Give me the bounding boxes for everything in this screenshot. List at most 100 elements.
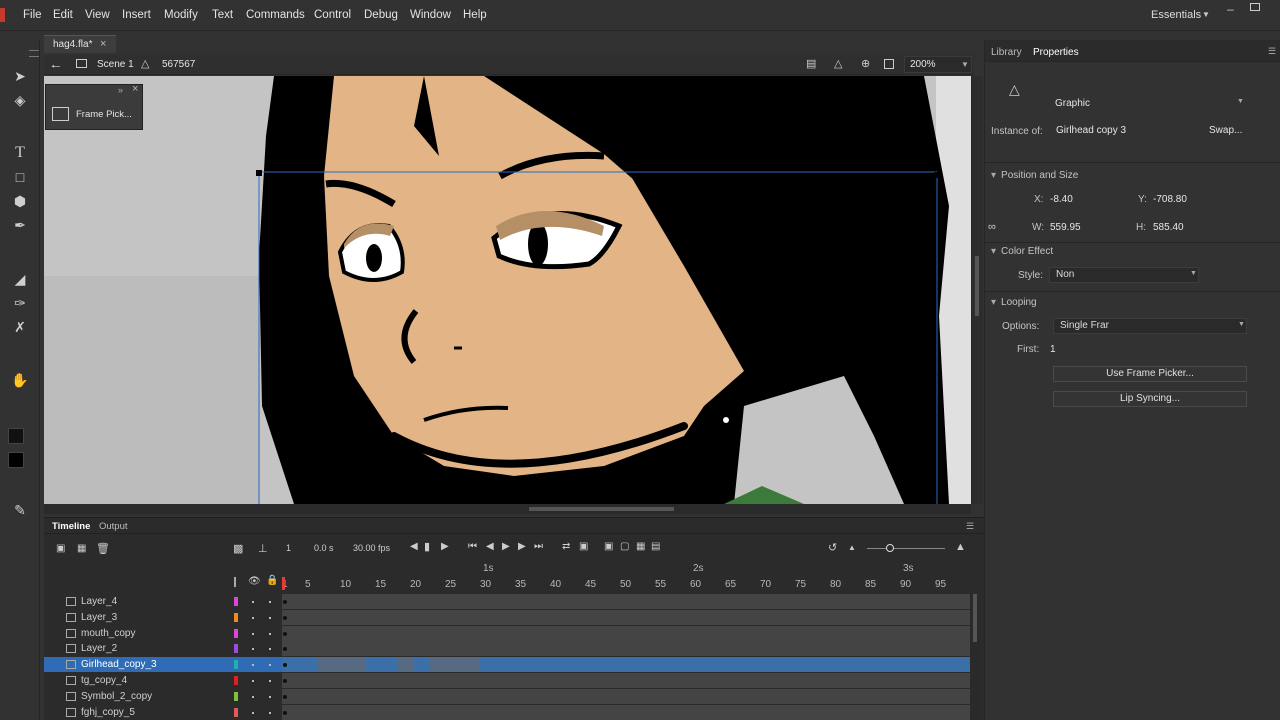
menu-text[interactable]: Text — [212, 9, 233, 21]
paint-bucket-icon[interactable]: ◢ — [10, 269, 30, 289]
center-stage-icon[interactable]: ⊕ — [861, 57, 870, 70]
eye-icon[interactable]: 👁 — [248, 576, 261, 587]
h-field[interactable]: 585.40 — [1153, 222, 1184, 233]
lock-toggle[interactable] — [269, 616, 271, 619]
edit-symbols-icon[interactable]: △ — [834, 57, 842, 70]
fps-field[interactable]: 30.00 fps — [353, 543, 390, 553]
new-layer-icon[interactable]: ▣ — [56, 543, 65, 554]
last-frame-icon[interactable]: ⏭ — [534, 541, 543, 552]
visibility-toggle[interactable] — [252, 616, 254, 619]
menu-view[interactable]: View — [85, 9, 110, 21]
looping-header[interactable]: Looping — [991, 297, 1037, 308]
frames-row[interactable] — [282, 625, 970, 641]
scrollbar-thumb[interactable] — [529, 507, 674, 511]
symbol-breadcrumb[interactable]: 567567 — [162, 59, 195, 70]
visibility-toggle[interactable] — [252, 695, 254, 698]
modify-markers-icon[interactable]: ▤ — [651, 541, 660, 552]
polystar-tool-icon[interactable]: ⬢ — [10, 191, 30, 211]
scrollbar-thumb[interactable] — [975, 256, 979, 316]
frames-row[interactable] — [282, 641, 970, 657]
clapper-icon[interactable]: ▤ — [806, 57, 816, 70]
clip-stage-icon[interactable] — [884, 59, 894, 69]
workspace-switcher[interactable]: Essentials — [1151, 9, 1201, 21]
frame-span[interactable] — [318, 657, 366, 673]
current-time-field[interactable]: 0.0 s — [314, 543, 334, 553]
visibility-toggle[interactable] — [252, 680, 254, 682]
parent-view-icon[interactable]: ⊥ — [258, 542, 268, 555]
menu-modify[interactable]: Modify — [164, 9, 198, 21]
layer-name[interactable]: Symbol_2_copy — [81, 691, 152, 702]
new-folder-icon[interactable]: ▦ — [77, 543, 86, 554]
keyframe-dot[interactable] — [283, 631, 287, 636]
lock-toggle[interactable] — [269, 632, 271, 635]
menu-control[interactable]: Control — [314, 9, 351, 21]
lock-toggle[interactable] — [269, 601, 271, 603]
lock-toggle[interactable] — [269, 664, 271, 667]
panel-menu-icon[interactable]: ☰ — [1268, 46, 1276, 57]
frames-row[interactable] — [282, 688, 970, 704]
w-field[interactable]: 559.95 — [1050, 222, 1081, 233]
keyframe-dot[interactable] — [283, 710, 287, 715]
menu-window[interactable]: Window — [410, 9, 451, 21]
subselection-tool-icon[interactable]: ◈ — [10, 90, 30, 110]
zoom-select[interactable]: 200% ▼ — [904, 56, 972, 73]
step-forward-icon[interactable]: ▶ — [518, 541, 526, 552]
frames-row[interactable] — [282, 657, 970, 673]
scrollbar-thumb[interactable] — [973, 594, 977, 642]
menu-insert[interactable]: Insert — [122, 9, 151, 21]
visibility-toggle[interactable] — [252, 664, 254, 667]
color-effect-header[interactable]: Color Effect — [991, 246, 1053, 257]
close-icon[interactable]: × — [132, 83, 138, 95]
layer-row[interactable]: mouth_copy — [44, 626, 282, 641]
style-select[interactable]: Non ▼ — [1049, 267, 1199, 283]
play-icon[interactable]: ▶ — [502, 541, 510, 552]
position-size-header[interactable]: Position and Size — [991, 170, 1078, 181]
layer-row[interactable]: Layer_3 — [44, 610, 282, 625]
menu-help[interactable]: Help — [463, 9, 487, 21]
bone-tool-icon[interactable]: ✗ — [10, 317, 30, 337]
next-keyframe-icon[interactable]: ▶ — [441, 541, 449, 552]
stroke-color-swatch[interactable] — [8, 428, 24, 444]
fill-color-swatch[interactable] — [8, 452, 24, 468]
frames-row[interactable] — [282, 673, 970, 688]
tab-properties[interactable]: Properties — [1033, 47, 1079, 58]
frames-row[interactable] — [282, 609, 970, 625]
layer-name[interactable]: Layer_3 — [81, 612, 117, 623]
edit-multiple-icon[interactable]: ▦ — [636, 541, 645, 552]
text-tool-icon[interactable]: T — [10, 143, 30, 163]
layer-row[interactable]: Layer_4 — [44, 594, 282, 609]
keyframe-dot[interactable] — [283, 615, 287, 620]
minimize-icon[interactable]: – — [1227, 2, 1234, 16]
frames-row[interactable] — [282, 704, 970, 720]
lock-toggle[interactable] — [269, 711, 271, 714]
y-field[interactable]: -708.80 — [1153, 194, 1187, 205]
x-field[interactable]: -8.40 — [1050, 194, 1073, 205]
visibility-toggle[interactable] — [252, 632, 254, 635]
tab-timeline[interactable]: Timeline — [52, 521, 90, 532]
tab-library[interactable]: Library — [991, 47, 1022, 58]
layer-name[interactable]: Layer_2 — [81, 643, 117, 654]
chevron-down-icon[interactable]: ▼ — [1237, 98, 1244, 105]
collapse-icon[interactable]: » — [118, 85, 123, 95]
prev-keyframe-icon[interactable]: ◀ — [410, 541, 418, 552]
layer-color-swatch[interactable] — [234, 707, 238, 717]
visibility-toggle[interactable] — [252, 648, 254, 651]
layer-name[interactable]: fghj_copy_5 — [81, 707, 135, 718]
visibility-toggle[interactable] — [252, 601, 254, 603]
loop-icon[interactable]: ⇄ — [562, 541, 570, 552]
link-icon[interactable]: ∞ — [988, 221, 996, 233]
zoom-in-icon[interactable]: ▲ — [955, 541, 966, 553]
layer-color-swatch[interactable] — [234, 628, 238, 638]
layer-color-swatch[interactable] — [234, 676, 238, 685]
layer-color-swatch[interactable] — [234, 597, 238, 606]
snap-icon[interactable]: ✎ — [10, 500, 30, 520]
zoom-out-icon[interactable]: ▲ — [848, 543, 856, 552]
layer-name[interactable]: Layer_4 — [81, 596, 117, 607]
onion-outline-icon[interactable]: ▢ — [620, 541, 629, 552]
document-tab[interactable]: hag4.fla* × — [44, 35, 116, 53]
frame-span[interactable] — [398, 657, 414, 673]
center-frame-icon[interactable]: ▣ — [579, 541, 588, 552]
onion-skin-icon[interactable]: ▣ — [604, 541, 613, 552]
slider-handle[interactable] — [886, 544, 894, 552]
tab-output[interactable]: Output — [99, 521, 128, 532]
